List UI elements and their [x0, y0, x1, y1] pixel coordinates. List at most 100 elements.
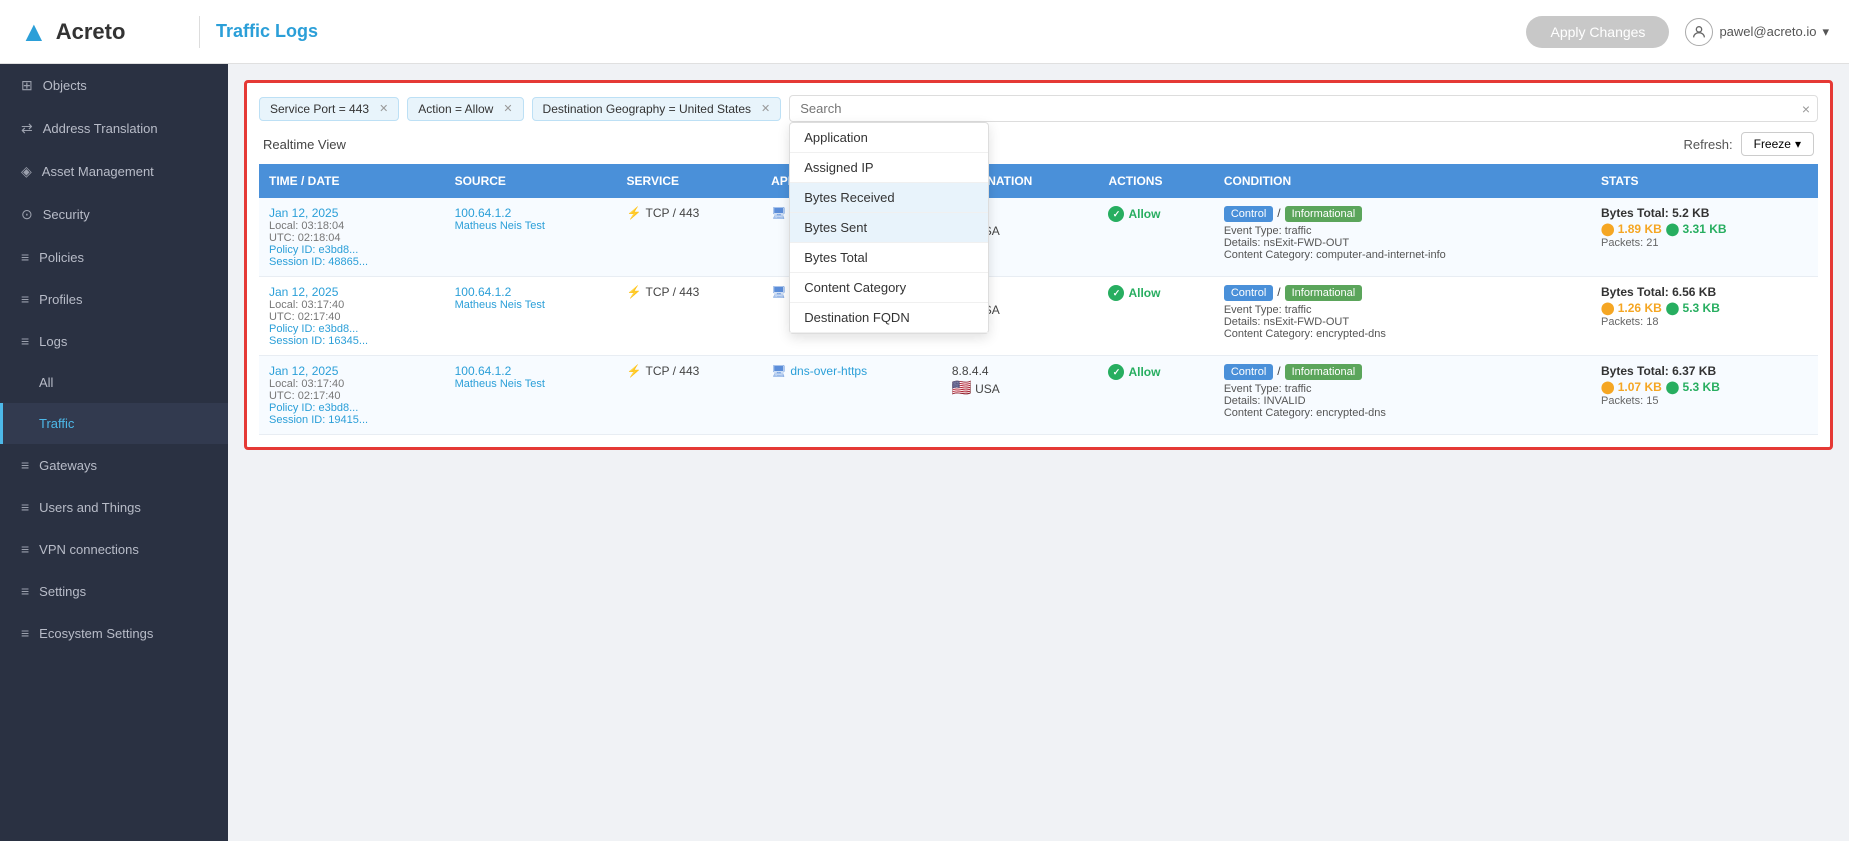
cell-source-3: 100.64.1.2 Matheus Neis Test — [445, 356, 617, 435]
logs-icon: ≡ — [21, 333, 29, 349]
gateways-icon: ≡ — [21, 457, 29, 473]
sidebar-item-gateways[interactable]: ≡ Gateways — [0, 444, 228, 486]
service-bolt-icon-2: ⚡ — [627, 285, 642, 299]
sidebar-item-logs[interactable]: ≡ Logs — [0, 320, 228, 362]
realtime-label: Realtime View — [263, 137, 346, 152]
cell-source-1: 100.64.1.2 Matheus Neis Test — [445, 198, 617, 277]
search-input-wrap: × Application Assigned IP Bytes Received… — [789, 95, 1818, 122]
filter-tag-action-close[interactable]: ✕ — [503, 102, 512, 115]
sidebar-label-logs: Logs — [39, 334, 67, 349]
table-row: Jan 12, 2025 Local: 03:18:04 UTC: 02:18:… — [259, 198, 1818, 277]
dropdown-item-bytes-sent[interactable]: Bytes Sent — [790, 213, 988, 243]
cell-action-2: ✓ Allow — [1098, 277, 1213, 356]
sidebar-label-gateways: Gateways — [39, 458, 97, 473]
sidebar-label-security: Security — [43, 207, 90, 222]
filter-tag-service-port-close[interactable]: ✕ — [379, 102, 388, 115]
user-icon — [1685, 18, 1713, 46]
cell-dest-3: 8.8.4.4 🇺🇸 USA — [942, 356, 1099, 435]
col-service: SERVICE — [617, 164, 762, 198]
sidebar-item-users-things[interactable]: ≡ Users and Things — [0, 486, 228, 528]
search-input[interactable] — [789, 95, 1818, 122]
dropdown-item-bytes-received[interactable]: Bytes Received — [790, 183, 988, 213]
sidebar-item-ecosystem[interactable]: ≡ Ecosystem Settings — [0, 612, 228, 654]
filter-tag-dest-geo-label: Destination Geography = United States — [543, 102, 751, 116]
sidebar-label-users-things: Users and Things — [39, 500, 141, 515]
col-stats: STATS — [1591, 164, 1818, 198]
refresh-area: Refresh: Freeze ▾ — [1683, 132, 1814, 156]
search-close-icon[interactable]: × — [1802, 101, 1810, 117]
ecosystem-icon: ≡ — [21, 625, 29, 641]
log-table: TIME / DATE SOURCE SERVICE APPLICATION D… — [259, 164, 1818, 435]
user-area[interactable]: pawel@acreto.io ▾ — [1685, 18, 1829, 46]
sidebar-item-policies[interactable]: ≡ Policies — [0, 236, 228, 278]
col-condition: CONDITION — [1214, 164, 1591, 198]
filter-tag-service-port: Service Port = 443 ✕ — [259, 97, 399, 121]
freeze-button[interactable]: Freeze ▾ — [1741, 132, 1814, 156]
main-layout: ⊞ Objects ⇄ Address Translation ◈ Asset … — [0, 64, 1849, 841]
user-email: pawel@acreto.io — [1719, 24, 1816, 39]
sidebar-item-address-translation[interactable]: ⇄ Address Translation — [0, 107, 228, 150]
sidebar-item-vpn[interactable]: ≡ VPN connections — [0, 528, 228, 570]
filter-tag-action: Action = Allow ✕ — [407, 97, 523, 121]
security-icon: ⊙ — [21, 206, 33, 223]
app-monitor-icon-3: 🖥 — [771, 364, 786, 378]
filter-section: Service Port = 443 ✕ Action = Allow ✕ De… — [244, 80, 1833, 450]
cell-time-3: Jan 12, 2025 Local: 03:17:40 UTC: 02:17:… — [259, 356, 445, 435]
cell-source-2: 100.64.1.2 Matheus Neis Test — [445, 277, 617, 356]
filter-bar: Service Port = 443 ✕ Action = Allow ✕ De… — [259, 95, 1818, 122]
filter-tag-service-port-label: Service Port = 443 — [270, 102, 369, 116]
cell-app-3: 🖥 dns-over-https — [761, 356, 942, 435]
dropdown-item-application[interactable]: Application — [790, 123, 988, 153]
cell-condition-3: Control / Informational Event Type: traf… — [1214, 356, 1591, 435]
dropdown-item-dest-fqdn[interactable]: Destination FQDN — [790, 303, 988, 333]
page-title: Traffic Logs — [216, 21, 1510, 42]
cell-service-3: ⚡ TCP / 443 — [617, 356, 762, 435]
sidebar-label-asset-management: Asset Management — [42, 164, 154, 179]
allow-check-icon-2: ✓ — [1108, 285, 1124, 301]
sidebar-label-policies: Policies — [39, 250, 84, 265]
cell-stats-2: Bytes Total: 6.56 KB ⬤ 1.26 KB ⬤ 5.3 KB … — [1591, 277, 1818, 356]
realtime-row: Realtime View Refresh: Freeze ▾ — [259, 132, 1818, 156]
col-time-date: TIME / DATE — [259, 164, 445, 198]
sidebar-item-profiles[interactable]: ≡ Profiles — [0, 278, 228, 320]
dropdown-item-content-category[interactable]: Content Category — [790, 273, 988, 303]
sidebar-label-traffic: Traffic — [39, 416, 74, 431]
logo-text: Acreto — [56, 19, 126, 45]
search-dropdown: Application Assigned IP Bytes Received B… — [789, 122, 989, 334]
sidebar-item-traffic[interactable]: Traffic — [0, 403, 228, 444]
filter-tag-dest-geo: Destination Geography = United States ✕ — [532, 97, 782, 121]
logo-area: ▲ Acreto — [20, 16, 200, 48]
sidebar-label-address-translation: Address Translation — [43, 121, 158, 136]
sidebar-item-asset-management[interactable]: ◈ Asset Management — [0, 150, 228, 193]
service-bolt-icon-3: ⚡ — [627, 364, 642, 378]
filter-tag-dest-geo-close[interactable]: ✕ — [761, 102, 770, 115]
service-bolt-icon: ⚡ — [627, 206, 642, 220]
cell-stats-3: Bytes Total: 6.37 KB ⬤ 1.07 KB ⬤ 5.3 KB … — [1591, 356, 1818, 435]
sidebar-item-all[interactable]: All — [0, 362, 228, 403]
cell-action-1: ✓ Allow — [1098, 198, 1213, 277]
address-translation-icon: ⇄ — [21, 120, 33, 137]
sidebar-item-settings[interactable]: ≡ Settings — [0, 570, 228, 612]
sidebar-label-profiles: Profiles — [39, 292, 82, 307]
settings-icon: ≡ — [21, 583, 29, 599]
app-monitor-icon-2: 🖥 — [771, 285, 786, 299]
apply-changes-button[interactable]: Apply Changes — [1526, 16, 1669, 48]
refresh-label: Refresh: — [1683, 137, 1732, 152]
table-row: Jan 12, 2025 Local: 03:17:40 UTC: 02:17:… — [259, 277, 1818, 356]
users-things-icon: ≡ — [21, 499, 29, 515]
sidebar-item-objects[interactable]: ⊞ Objects — [0, 64, 228, 107]
sidebar-item-security[interactable]: ⊙ Security — [0, 193, 228, 236]
sidebar-label-ecosystem: Ecosystem Settings — [39, 626, 153, 641]
dropdown-item-bytes-total[interactable]: Bytes Total — [790, 243, 988, 273]
vpn-icon: ≡ — [21, 541, 29, 557]
allow-check-icon: ✓ — [1108, 206, 1124, 222]
col-source: SOURCE — [445, 164, 617, 198]
sidebar-label-settings: Settings — [39, 584, 86, 599]
table-row: Jan 12, 2025 Local: 03:17:40 UTC: 02:17:… — [259, 356, 1818, 435]
col-actions: ACTIONS — [1098, 164, 1213, 198]
app-monitor-icon: 🖥 — [771, 206, 786, 220]
topbar: ▲ Acreto Traffic Logs Apply Changes pawe… — [0, 0, 1849, 64]
cell-condition-1: Control / Informational Event Type: traf… — [1214, 198, 1591, 277]
dropdown-item-assigned-ip[interactable]: Assigned IP — [790, 153, 988, 183]
sidebar-label-vpn: VPN connections — [39, 542, 139, 557]
